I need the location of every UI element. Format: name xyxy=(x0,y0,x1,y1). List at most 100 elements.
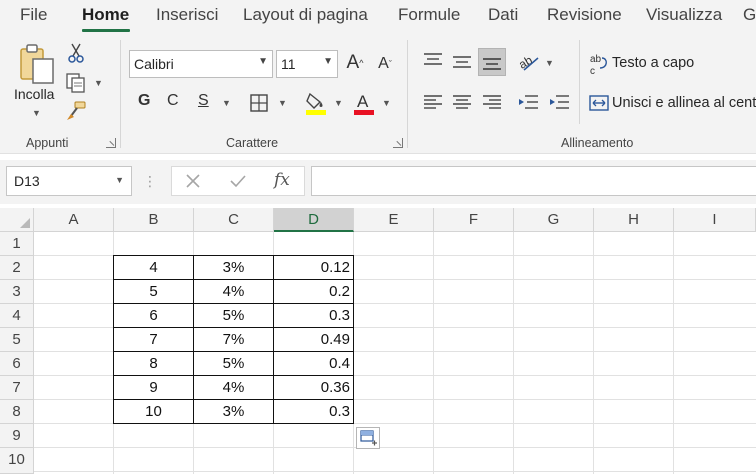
fill-color-button[interactable] xyxy=(304,90,328,116)
font-name-value: Calibri xyxy=(134,56,174,72)
quick-analysis-button[interactable] xyxy=(356,427,380,449)
column-header-c[interactable]: C xyxy=(194,208,274,232)
decrease-font-icon[interactable]: Aˇ xyxy=(374,54,396,74)
cancel-icon[interactable] xyxy=(182,171,204,191)
column-header-i[interactable]: I xyxy=(674,208,756,232)
paste-dropdown-icon[interactable]: ▼ xyxy=(32,108,41,118)
cut-button[interactable] xyxy=(66,42,86,64)
tab-more[interactable]: G xyxy=(743,5,756,25)
wrap-text-button[interactable]: Testo a capo xyxy=(612,55,694,71)
tab-file[interactable]: File xyxy=(20,5,47,25)
wrap-text-icon[interactable]: ab c xyxy=(588,52,610,76)
cell-d6[interactable]: 0.4 xyxy=(273,351,354,376)
cell-c7[interactable]: 4% xyxy=(193,375,274,400)
bold-button[interactable]: G xyxy=(138,92,150,110)
cell-b7[interactable]: 9 xyxy=(113,375,194,400)
row-header-5[interactable]: 5 xyxy=(0,328,34,352)
cell-b3[interactable]: 5 xyxy=(113,279,194,304)
copy-dropdown-icon[interactable]: ▼ xyxy=(94,78,103,88)
cell-b5[interactable]: 7 xyxy=(113,327,194,352)
align-left-button[interactable] xyxy=(422,92,444,112)
column-header-d[interactable]: D xyxy=(274,208,354,232)
orientation-dropdown-icon[interactable]: ▼ xyxy=(545,58,554,68)
align-right-button[interactable] xyxy=(481,92,503,112)
font-color-dropdown-icon[interactable]: ▼ xyxy=(382,98,391,108)
tab-home[interactable]: Home xyxy=(82,5,129,25)
chevron-down-icon[interactable]: ▼ xyxy=(115,175,124,185)
merge-center-button[interactable]: Unisci e allinea al centro xyxy=(612,95,756,111)
tab-page-layout[interactable]: Layout di pagina xyxy=(243,5,368,25)
cell-c2[interactable]: 3% xyxy=(193,255,274,280)
row-header-9[interactable]: 9 xyxy=(0,424,34,448)
decrease-indent-button[interactable] xyxy=(516,92,540,112)
row-header-7[interactable]: 7 xyxy=(0,376,34,400)
formula-input[interactable] xyxy=(311,166,756,196)
column-header-h[interactable]: H xyxy=(594,208,674,232)
orientation-icon: ab xyxy=(518,53,539,72)
align-middle-button[interactable] xyxy=(451,52,473,72)
cell-c8[interactable]: 3% xyxy=(193,399,274,424)
column-header-a[interactable]: A xyxy=(34,208,114,232)
row-header-8[interactable]: 8 xyxy=(0,400,34,424)
borders-button[interactable] xyxy=(248,92,270,114)
align-middle-icon xyxy=(453,56,471,68)
row-header-10[interactable]: 10 xyxy=(0,448,34,474)
insert-function-button[interactable]: fx xyxy=(274,170,290,190)
fill-color-dropdown-icon[interactable]: ▼ xyxy=(334,98,343,108)
row-header-6[interactable]: 6 xyxy=(0,352,34,376)
tab-review[interactable]: Revisione xyxy=(547,5,622,25)
align-top-button[interactable] xyxy=(422,50,444,70)
row-header-1[interactable]: 1 xyxy=(0,232,34,256)
enter-icon[interactable] xyxy=(227,171,249,191)
cell-d8[interactable]: 0.3 xyxy=(273,399,354,424)
cell-c4[interactable]: 5% xyxy=(193,303,274,328)
column-header-f[interactable]: F xyxy=(434,208,514,232)
increase-indent-button[interactable] xyxy=(547,92,571,112)
column-header-b[interactable]: B xyxy=(114,208,194,232)
cell-b6[interactable]: 8 xyxy=(113,351,194,376)
clipboard-launcher-icon[interactable] xyxy=(106,138,116,148)
tab-view[interactable]: Visualizza xyxy=(646,5,722,25)
paste-button[interactable] xyxy=(16,42,58,88)
row-header-3[interactable]: 3 xyxy=(0,280,34,304)
cell-b2[interactable]: 4 xyxy=(113,255,194,280)
cell-d5[interactable]: 0.49 xyxy=(273,327,354,352)
row-header-4[interactable]: 4 xyxy=(0,304,34,328)
active-tab-indicator xyxy=(82,29,130,32)
increase-font-icon[interactable]: A ^ xyxy=(344,52,366,74)
font-name-select[interactable]: Calibri ▼ xyxy=(129,50,273,78)
column-header-g[interactable]: G xyxy=(514,208,594,232)
format-painter-button[interactable] xyxy=(64,100,88,122)
italic-button[interactable]: C xyxy=(167,92,179,110)
align-center-button[interactable] xyxy=(451,92,473,112)
cell-c6[interactable]: 5% xyxy=(193,351,274,376)
quick-analysis-icon xyxy=(360,430,377,446)
column-header-e[interactable]: E xyxy=(354,208,434,232)
cell-c5[interactable]: 7% xyxy=(193,327,274,352)
underline-button[interactable]: S xyxy=(198,92,209,110)
underline-dropdown-icon[interactable]: ▼ xyxy=(222,98,231,108)
tab-formulas[interactable]: Formule xyxy=(398,5,460,25)
merge-center-icon[interactable] xyxy=(588,92,610,114)
borders-dropdown-icon[interactable]: ▼ xyxy=(278,98,287,108)
cell-b8[interactable]: 10 xyxy=(113,399,194,424)
cell-d3[interactable]: 0.2 xyxy=(273,279,354,304)
select-all-button[interactable] xyxy=(0,208,34,232)
cell-c3[interactable]: 4% xyxy=(193,279,274,304)
name-box[interactable]: D13 ▼ xyxy=(6,166,132,196)
tab-data[interactable]: Dati xyxy=(488,5,518,25)
align-bottom-button[interactable] xyxy=(478,48,506,76)
copy-button[interactable] xyxy=(64,72,88,94)
paste-label[interactable]: Incolla xyxy=(14,86,54,102)
formula-bar-grip-icon[interactable]: ⋮ xyxy=(143,172,157,190)
orientation-button[interactable]: ab xyxy=(518,50,542,74)
cell-d7[interactable]: 0.36 xyxy=(273,375,354,400)
font-size-select[interactable]: 11 ▼ xyxy=(276,50,338,78)
cell-d4[interactable]: 0.3 xyxy=(273,303,354,328)
cell-d2[interactable]: 0.12 xyxy=(273,255,354,280)
cell-b4[interactable]: 6 xyxy=(113,303,194,328)
tab-insert[interactable]: Inserisci xyxy=(156,5,218,25)
font-color-button[interactable]: A xyxy=(352,90,376,116)
row-header-2[interactable]: 2 xyxy=(0,256,34,280)
font-launcher-icon[interactable] xyxy=(393,138,403,148)
